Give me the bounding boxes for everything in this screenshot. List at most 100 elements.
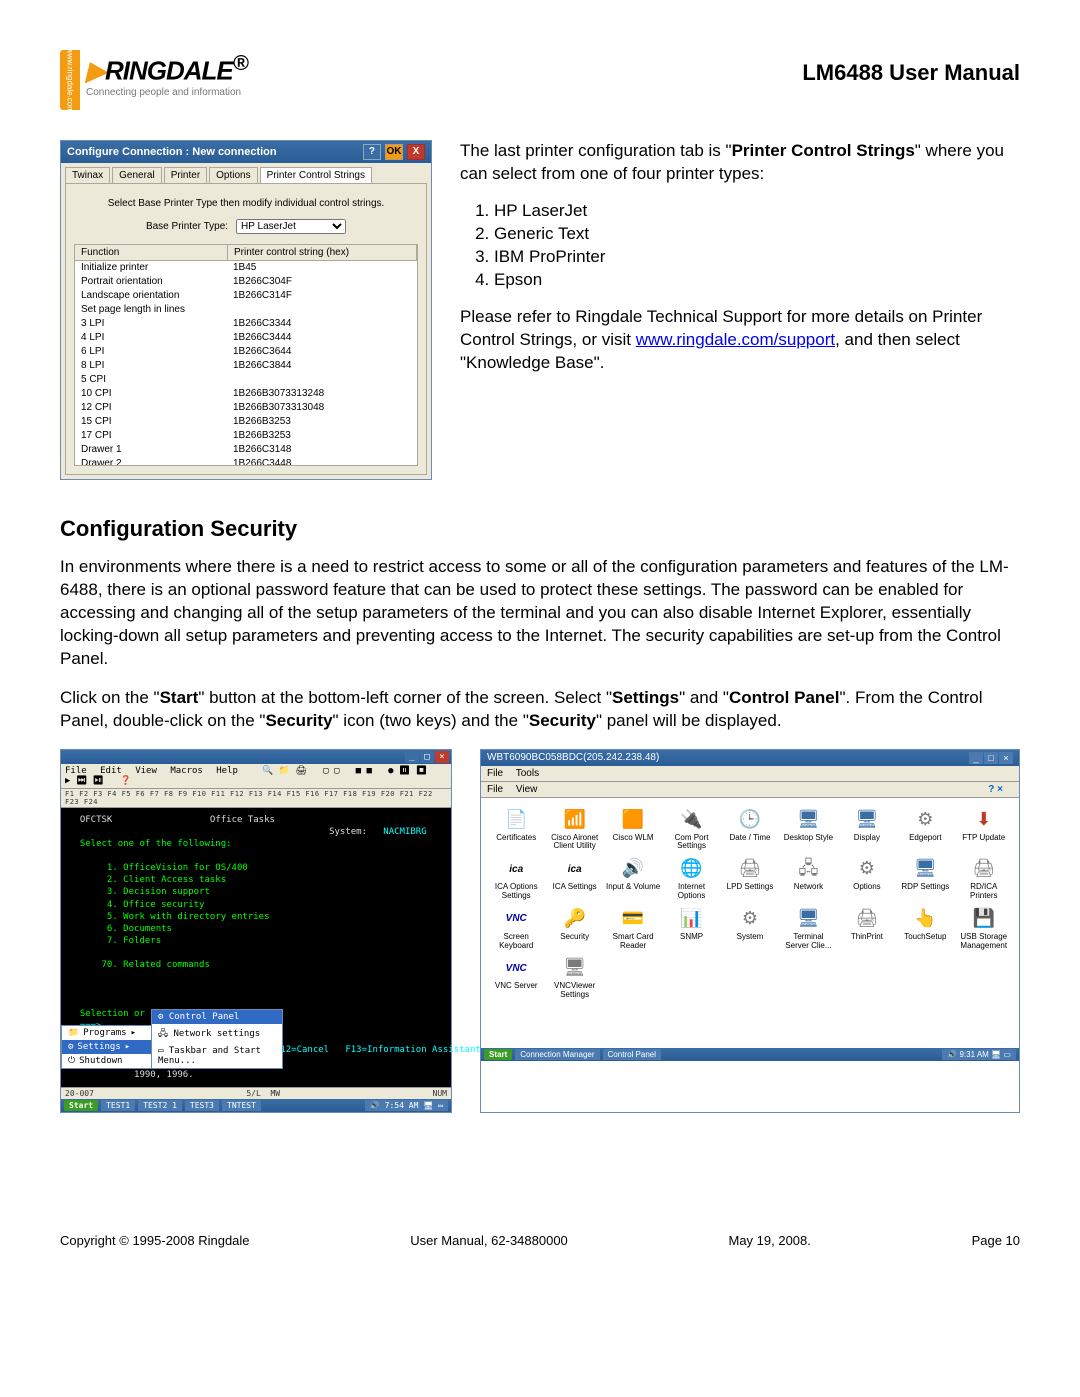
cp-icon-touchsetup[interactable]: 👆TouchSetup bbox=[898, 907, 952, 951]
tab-general[interactable]: General bbox=[112, 167, 162, 183]
maximize-icon[interactable]: □ bbox=[420, 751, 434, 763]
tab-options[interactable]: Options bbox=[209, 167, 257, 183]
base-printer-type-label: Base Printer Type: bbox=[146, 221, 228, 232]
menu-file[interactable]: File bbox=[65, 766, 87, 776]
close-icon[interactable]: × bbox=[999, 752, 1013, 764]
cp-icon-ica-options-settings[interactable]: icaICA Options Settings bbox=[489, 857, 543, 901]
taskbar-item[interactable]: TEST1 bbox=[101, 1100, 135, 1111]
table-row[interactable]: 12 CPI1B266B3073313048 bbox=[75, 401, 417, 415]
list-item: Generic Text bbox=[494, 223, 1020, 246]
system-tray[interactable]: 🔊 9:31 AM 🖥 ▭ bbox=[942, 1049, 1016, 1060]
cp-icon-grid: 📄Certificates📶Cisco Aironet Client Utili… bbox=[489, 808, 1011, 1000]
start-programs[interactable]: 📁 Programs ▸ bbox=[62, 1026, 152, 1040]
cp-icon-com-port-settings[interactable]: 🔌Com Port Settings bbox=[664, 808, 718, 852]
settings-taskbar[interactable]: ▭ Taskbar and Start Menu... bbox=[152, 1044, 282, 1068]
table-row[interactable]: 4 LPI1B266C3444 bbox=[75, 331, 417, 345]
cp-help-close[interactable]: ? × bbox=[988, 784, 1003, 795]
cp-icon-rdp-settings[interactable]: 🖥RDP Settings bbox=[898, 857, 952, 901]
minimize-icon[interactable]: _ bbox=[969, 752, 983, 764]
table-row[interactable]: Drawer 21B266C3448 bbox=[75, 457, 417, 466]
table-row[interactable]: Drawer 11B266C3148 bbox=[75, 443, 417, 457]
cp-icon-smart-card-reader[interactable]: 💳Smart Card Reader bbox=[606, 907, 660, 951]
cp-icon-snmp[interactable]: 📊SNMP bbox=[664, 907, 718, 951]
taskbar-item[interactable]: TEST2 1 bbox=[138, 1100, 182, 1111]
start-button[interactable]: Start bbox=[484, 1049, 512, 1060]
menu-file2[interactable]: File bbox=[487, 784, 503, 795]
cp-icon-internet-options[interactable]: 🌐Internet Options bbox=[664, 857, 718, 901]
cp-icon-ftp-update[interactable]: ⬇FTP Update bbox=[957, 808, 1011, 852]
cp-icon-thinprint[interactable]: 🖨ThinPrint bbox=[840, 907, 894, 951]
base-printer-type-select[interactable]: HP LaserJet bbox=[236, 219, 346, 234]
cp-icon-system[interactable]: ⚙System bbox=[723, 907, 777, 951]
cp-icon-vnc-server[interactable]: VNCVNC Server bbox=[489, 956, 543, 1000]
table-row[interactable]: 15 CPI1B266B3253 bbox=[75, 415, 417, 429]
table-row[interactable]: 17 CPI1B266B3253 bbox=[75, 429, 417, 443]
settings-control-panel[interactable]: ⚙ Control Panel bbox=[152, 1010, 282, 1024]
cp-icon-usb-storage-management[interactable]: 💾USB Storage Management bbox=[957, 907, 1011, 951]
table-row[interactable]: Initialize printer1B45 bbox=[75, 261, 417, 275]
table-row[interactable]: 5 CPI bbox=[75, 373, 417, 387]
tab-printer-control-strings[interactable]: Printer Control Strings bbox=[260, 167, 372, 183]
start-button[interactable]: Start bbox=[64, 1100, 98, 1111]
close-button[interactable]: X bbox=[407, 144, 425, 160]
menu-file[interactable]: File bbox=[487, 768, 503, 779]
minimize-icon[interactable]: _ bbox=[405, 751, 419, 763]
settings-network[interactable]: 🖧 Network settings bbox=[152, 1024, 282, 1044]
table-row[interactable]: Portrait orientation1B266C304F bbox=[75, 275, 417, 289]
support-link[interactable]: www.ringdale.com/support bbox=[636, 330, 835, 349]
ok-button[interactable]: OK bbox=[385, 144, 403, 160]
menu-edit[interactable]: Edit bbox=[100, 766, 122, 776]
cp-icon-cisco-wlm[interactable]: 🟧Cisco WLM bbox=[606, 808, 660, 852]
cp-outer-titlebar: WBT6090BC058BDC(205.242.238.48) _□× bbox=[481, 750, 1019, 766]
close-icon[interactable]: × bbox=[435, 751, 449, 763]
cp-icon-certificates[interactable]: 📄Certificates bbox=[489, 808, 543, 852]
cp-icon-date-time[interactable]: 🕒Date / Time bbox=[723, 808, 777, 852]
cp-icon-terminal-server-clie-[interactable]: 🖥Terminal Server Clie... bbox=[781, 907, 835, 951]
tab-twinax[interactable]: Twinax bbox=[65, 167, 110, 183]
cp-icon-ica-settings[interactable]: icaICA Settings bbox=[547, 857, 601, 901]
dialog-tabs: Twinax General Printer Options Printer C… bbox=[61, 163, 431, 183]
taskbar-item[interactable]: TEST3 bbox=[185, 1100, 219, 1111]
start-shutdown[interactable]: ⏻ Shutdown bbox=[62, 1054, 152, 1068]
table-row[interactable]: 10 CPI1B266B3073313248 bbox=[75, 387, 417, 401]
footer-copyright: Copyright © 1995-2008 Ringdale bbox=[60, 1233, 250, 1248]
cp-icon-display[interactable]: 🖥Display bbox=[840, 808, 894, 852]
menu-help[interactable]: Help bbox=[216, 766, 238, 776]
footer-page: Page 10 bbox=[972, 1233, 1020, 1248]
table-row[interactable]: 3 LPI1B266C3344 bbox=[75, 317, 417, 331]
cp-icon-lpd-settings[interactable]: 🖨LPD Settings bbox=[723, 857, 777, 901]
cp-icon-cisco-aironet-client-utility[interactable]: 📶Cisco Aironet Client Utility bbox=[547, 808, 601, 852]
list-item: Epson bbox=[494, 269, 1020, 292]
menu-tools[interactable]: Tools bbox=[516, 768, 539, 779]
table-row[interactable]: Landscape orientation1B266C314F bbox=[75, 289, 417, 303]
help-button[interactable]: ? bbox=[363, 144, 381, 160]
cp-icon-network[interactable]: 🖧Network bbox=[781, 857, 835, 901]
maximize-icon[interactable]: □ bbox=[984, 752, 998, 764]
cp-icon-options[interactable]: ⚙Options bbox=[840, 857, 894, 901]
menu-view2[interactable]: View bbox=[516, 784, 538, 795]
system-tray[interactable]: 🔊 7:54 AM 🖥 ▭ bbox=[365, 1100, 448, 1111]
cp-icon-vncviewer-settings[interactable]: 🖥VNCViewer Settings bbox=[547, 956, 601, 1000]
cp-icon-edgeport[interactable]: ⚙Edgeport bbox=[898, 808, 952, 852]
list-item: IBM ProPrinter bbox=[494, 246, 1020, 269]
taskbar-item[interactable]: Control Panel bbox=[603, 1049, 661, 1060]
terminal-fkeys[interactable]: F1 F2 F3 F4 F5 F6 F7 F8 F9 F10 F11 F12 F… bbox=[61, 789, 451, 808]
start-settings[interactable]: ⚙ Settings ▸ bbox=[62, 1040, 152, 1054]
menu-macros[interactable]: Macros bbox=[170, 766, 203, 776]
dialog-titlebar: Configure Connection : New connection ? … bbox=[61, 141, 431, 163]
cp-icon-rd-ica-printers[interactable]: 🖨RD/ICA Printers bbox=[957, 857, 1011, 901]
table-row[interactable]: 6 LPI1B266C3644 bbox=[75, 345, 417, 359]
cp-icon-security[interactable]: 🔑Security bbox=[547, 907, 601, 951]
printer-types-text: The last printer configuration tab is "P… bbox=[460, 140, 1020, 388]
cp-icon-desktop-style[interactable]: 🖥Desktop Style bbox=[781, 808, 835, 852]
menu-view[interactable]: View bbox=[135, 766, 157, 776]
page-footer: Copyright © 1995-2008 Ringdale User Manu… bbox=[60, 1233, 1020, 1248]
table-row[interactable]: 8 LPI1B266C3844 bbox=[75, 359, 417, 373]
cp-icon-input-volume[interactable]: 🔊Input & Volume bbox=[606, 857, 660, 901]
control-panel-screenshot: WBT6090BC058BDC(205.242.238.48) _□× File… bbox=[480, 749, 1020, 1113]
cp-icon-screen-keyboard[interactable]: VNCScreen Keyboard bbox=[489, 907, 543, 951]
taskbar-item[interactable]: Connection Manager bbox=[515, 1049, 599, 1060]
tab-printer[interactable]: Printer bbox=[164, 167, 207, 183]
taskbar-item[interactable]: TNTEST bbox=[222, 1100, 261, 1111]
table-row[interactable]: Set page length in lines bbox=[75, 303, 417, 317]
